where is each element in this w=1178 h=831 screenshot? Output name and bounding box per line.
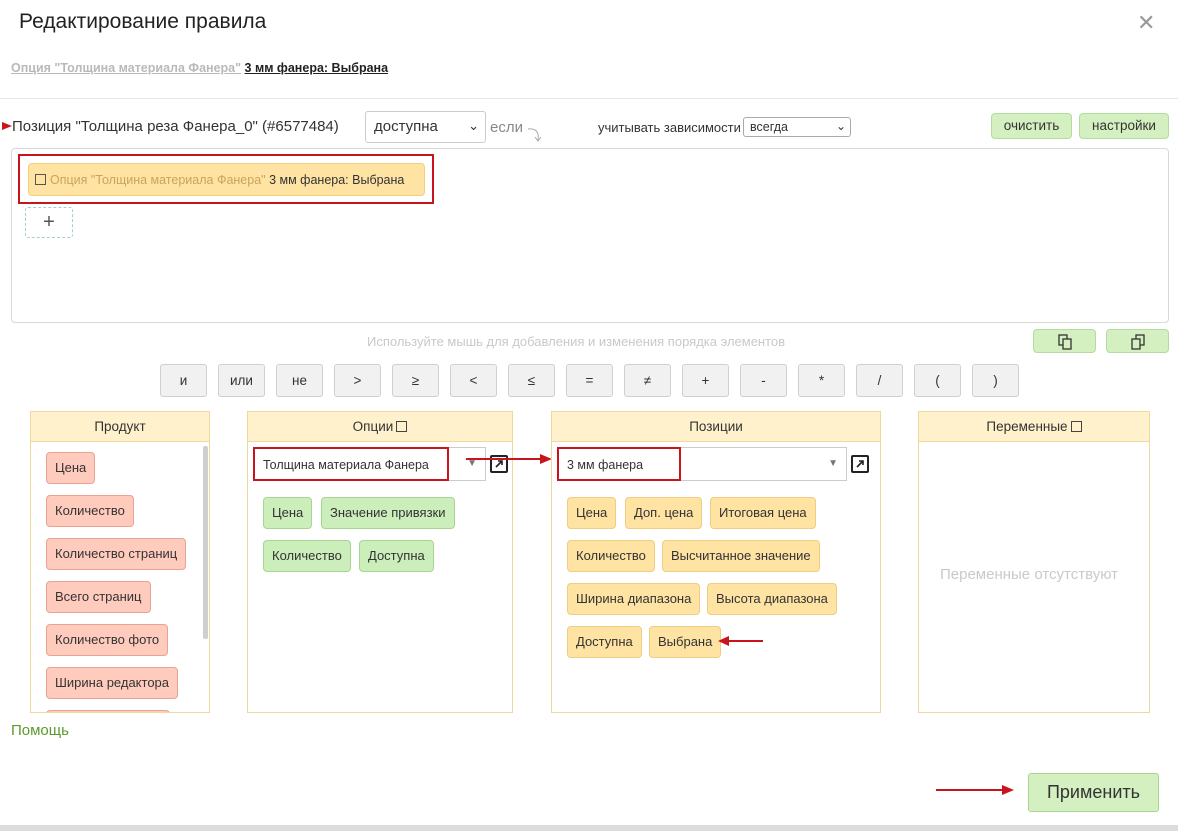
dependencies-select[interactable]: всегда ⌄ — [743, 117, 851, 137]
operator-not-button[interactable]: не — [276, 364, 323, 397]
product-item-partial[interactable] — [46, 710, 170, 712]
product-panel-title: Продукт — [31, 412, 209, 442]
operator-gte-button[interactable]: ≥ — [392, 364, 439, 397]
help-link[interactable]: Помощь — [11, 722, 69, 739]
product-item[interactable]: Ширина редактора — [46, 667, 179, 699]
annotation-arrow-icon — [466, 454, 552, 464]
product-item[interactable]: Количество фото — [46, 624, 169, 656]
curved-arrow-icon — [527, 128, 542, 142]
position-item[interactable]: Доступна — [567, 626, 642, 658]
settings-button[interactable]: настройки — [1079, 113, 1169, 139]
clear-button[interactable]: очистить — [991, 113, 1072, 139]
window-bottom-edge — [0, 825, 1178, 831]
chevron-down-icon: ⌄ — [468, 118, 479, 133]
positions-panel-title: Позиции — [552, 412, 880, 442]
if-label: если — [490, 119, 523, 136]
operator-eq-button[interactable]: = — [566, 364, 613, 397]
option-item[interactable]: Цена — [263, 497, 313, 529]
availability-value: доступна — [374, 118, 438, 135]
annotation-arrow-icon — [718, 636, 763, 646]
annotation-highlight-box — [18, 154, 434, 204]
option-item[interactable]: Значение привязки — [321, 497, 455, 529]
add-element-button[interactable]: + — [25, 207, 73, 238]
position-item[interactable]: Высчитанное значение — [662, 540, 820, 572]
operator-and-button[interactable]: и — [160, 364, 207, 397]
position-label: Позиция "Толщина реза Фанера_0" (#657748… — [12, 118, 339, 135]
usage-hint: Используйте мышь для добавления и измене… — [367, 334, 786, 349]
paste-icon — [1130, 334, 1145, 350]
options-panel-title-text: Опции — [352, 419, 394, 434]
subtitle-option-link[interactable]: Опция "Толщина материала Фанера" — [11, 61, 241, 75]
copy-icon — [1057, 334, 1072, 350]
operator-plus-button[interactable]: + — [682, 364, 729, 397]
external-link-icon[interactable] — [396, 421, 408, 432]
dialog-title: Редактирование правила — [19, 10, 267, 33]
variables-empty-text: Переменные отсутствуют — [940, 566, 1119, 583]
operator-gt-button[interactable]: > — [334, 364, 381, 397]
apply-button[interactable]: Применить — [1028, 773, 1159, 812]
variables-panel: Переменные — [918, 411, 1150, 713]
dependencies-label: учитывать зависимости — [598, 120, 741, 135]
product-panel: Продукт Цена Количество Количество стран… — [30, 411, 210, 713]
operator-neq-button[interactable]: ≠ — [624, 364, 671, 397]
product-item[interactable]: Количество — [46, 495, 134, 527]
position-item[interactable]: Доп. цена — [625, 497, 703, 529]
external-link-icon[interactable] — [1070, 421, 1082, 432]
operator-or-button[interactable]: или — [218, 364, 265, 397]
position-item[interactable]: Ширина диапазона — [567, 583, 701, 615]
rule-subtitle: Опция "Толщина материала Фанера" 3 мм фа… — [11, 61, 388, 75]
operator-minus-button[interactable]: - — [740, 364, 787, 397]
product-item[interactable]: Цена — [46, 452, 96, 484]
option-item[interactable]: Количество — [263, 540, 351, 572]
position-item[interactable]: Высота диапазона — [707, 583, 837, 615]
chevron-down-icon: ⌄ — [835, 119, 846, 133]
annotation-arrow-icon — [936, 785, 1014, 795]
option-item[interactable]: Доступна — [359, 540, 434, 572]
variables-panel-title: Переменные — [919, 412, 1149, 442]
position-item[interactable]: Цена — [567, 497, 617, 529]
close-icon[interactable]: ✕ — [1137, 12, 1155, 34]
operator-divide-button[interactable]: / — [856, 364, 903, 397]
position-item-selected[interactable]: Выбрана — [649, 626, 722, 658]
product-scrollbar[interactable] — [203, 446, 208, 639]
variables-panel-title-text: Переменные — [986, 419, 1068, 434]
operator-rparen-button[interactable]: ) — [972, 364, 1019, 397]
annotation-highlight-box — [557, 447, 681, 481]
operator-lte-button[interactable]: ≤ — [508, 364, 555, 397]
caret-down-icon: ▼ — [828, 458, 838, 469]
annotation-highlight-box — [253, 447, 449, 481]
external-link-icon[interactable] — [851, 455, 869, 473]
paste-button[interactable] — [1106, 329, 1169, 353]
operator-lt-button[interactable]: < — [450, 364, 497, 397]
availability-select[interactable]: доступна ⌄ — [365, 111, 486, 143]
product-item[interactable]: Всего страниц — [46, 581, 151, 613]
position-item[interactable]: Итоговая цена — [710, 497, 816, 529]
operator-lparen-button[interactable]: ( — [914, 364, 961, 397]
dependencies-value: всегда — [750, 120, 788, 134]
divider — [0, 98, 1178, 99]
position-item[interactable]: Количество — [567, 540, 655, 572]
subtitle-value-link[interactable]: 3 мм фанера: Выбрана — [245, 61, 389, 75]
options-panel-title: Опции — [248, 412, 512, 442]
product-item[interactable]: Количество страниц — [46, 538, 187, 570]
operator-multiply-button[interactable]: * — [798, 364, 845, 397]
copy-button[interactable] — [1033, 329, 1096, 353]
